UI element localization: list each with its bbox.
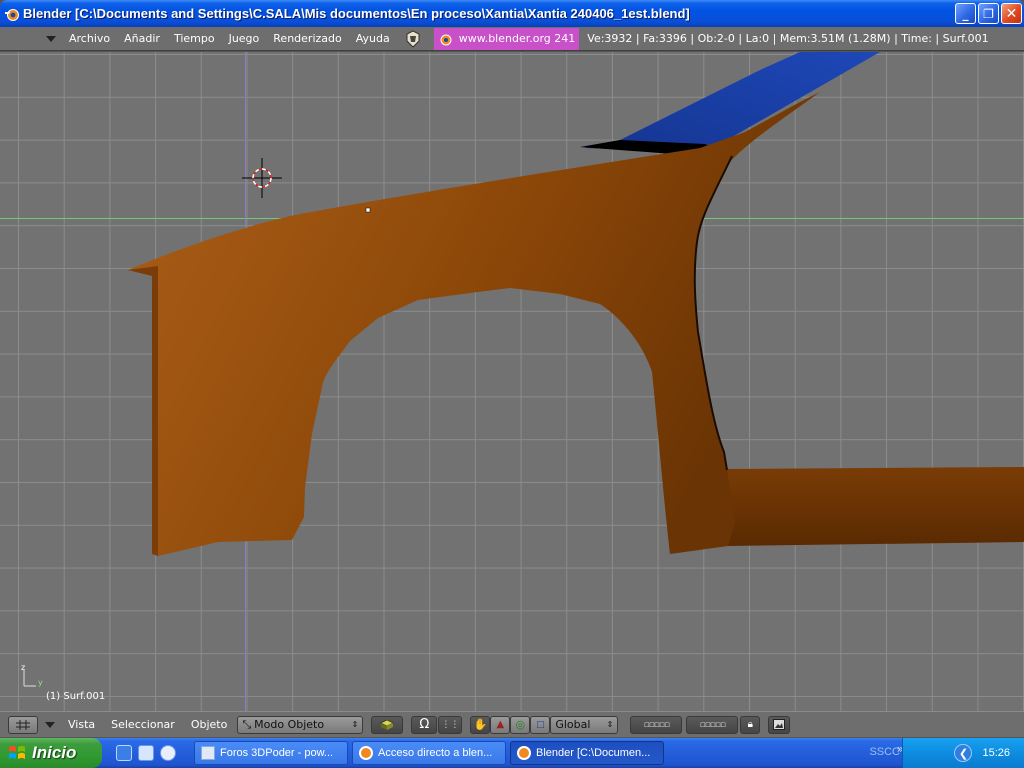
menu-vista[interactable]: Vista xyxy=(68,718,95,731)
menu-renderizado[interactable]: Renderizado xyxy=(273,32,341,45)
car-body-mesh[interactable] xyxy=(0,52,1024,711)
manipulator-translate[interactable]: ▲ xyxy=(490,715,511,734)
fender-front-edge xyxy=(128,266,158,556)
clock[interactable]: 15:26 xyxy=(982,747,1010,759)
blender-url-link[interactable]: www.blender.org 241 xyxy=(433,27,580,50)
show-hidden-icons-button[interactable]: ❮ xyxy=(954,744,973,762)
axis-y-label: y xyxy=(38,678,43,687)
manipulator-rotate[interactable]: ◎ xyxy=(510,715,531,734)
close-button[interactable]: ✕ xyxy=(1001,3,1022,24)
scene-stats: Ve:3932 | Fa:3396 | Ob:2-0 | La:0 | Mem:… xyxy=(587,32,989,45)
task-foros-3dpoder[interactable]: Foros 3DPoder - pow... xyxy=(194,741,348,765)
quick-launch xyxy=(116,745,176,761)
hand-icon: ✋ xyxy=(473,718,488,731)
internet-explorer-icon[interactable] xyxy=(116,745,132,761)
blender-logo-icon xyxy=(438,32,452,46)
menu-objeto[interactable]: Objeto xyxy=(191,718,228,731)
solid-shading-icon xyxy=(380,719,395,730)
selected-vertex[interactable] xyxy=(365,207,371,213)
triangle-icon: ▲ xyxy=(496,719,505,730)
minimize-button[interactable]: _ xyxy=(955,3,976,24)
mode-select[interactable]: ⤡ Modo Objeto ⇕ xyxy=(237,715,364,734)
mode-label: Modo Objeto xyxy=(254,718,325,731)
3d-cursor-icon[interactable] xyxy=(242,158,282,198)
task-label: Foros 3DPoder - pow... xyxy=(220,747,334,759)
updown-icon: ⇕ xyxy=(606,720,614,729)
pivot-icon: Ω xyxy=(419,717,430,732)
layer-buttons-1[interactable]: ▫▫▫▫▫ xyxy=(630,715,683,734)
blender-logo-icon xyxy=(517,746,531,760)
menu-anadir[interactable]: Añadir xyxy=(124,32,160,45)
snap-grid-icon: ⋮⋮ xyxy=(441,719,460,730)
object-mode-icon: ⤡ xyxy=(242,717,252,731)
window-titlebar[interactable]: Blender [C:\Documents and Settings\C.SAL… xyxy=(0,0,1024,27)
manipulator-scale[interactable]: □ xyxy=(530,715,551,734)
windows-flag-icon xyxy=(8,744,26,762)
fender-panel xyxy=(128,92,820,556)
window-title: Blender [C:\Documents and Settings\C.SAL… xyxy=(23,6,690,21)
task-acceso-directo[interactable]: Acceso directo a blen... xyxy=(352,741,506,765)
maximize-button[interactable]: ❐ xyxy=(978,3,999,24)
draw-type-button[interactable] xyxy=(371,715,404,734)
layers-grid-icon: ▫▫▫▫▫ xyxy=(643,719,670,730)
snap-button[interactable]: ⋮⋮ xyxy=(438,715,463,734)
task-blender[interactable]: Blender [C:\Documen... xyxy=(510,741,664,765)
active-object-label: (1) Surf.001 xyxy=(46,691,106,702)
render-button[interactable] xyxy=(768,715,791,734)
square-icon: □ xyxy=(536,719,545,730)
menu-ayuda[interactable]: Ayuda xyxy=(356,32,390,45)
browser-window-icon xyxy=(201,746,215,760)
view-header-collapse-icon[interactable] xyxy=(45,721,55,728)
pivot-button[interactable]: Ω xyxy=(411,715,438,734)
header-collapse-icon[interactable] xyxy=(46,35,56,42)
circle-icon: ◎ xyxy=(515,718,526,731)
system-tray: ❮ 15:26 xyxy=(902,738,1024,768)
windows-taskbar: Inicio Foros 3DPoder - pow... Acceso dir… xyxy=(0,738,1024,768)
3d-view-header: Vista Seleccionar Objeto ⤡ Modo Objeto ⇕… xyxy=(0,711,1024,737)
lock-layer-button[interactable]: 🔒︎ xyxy=(740,715,761,734)
layers-grid-icon: ▫▫▫▫▫ xyxy=(699,719,726,730)
grid-editor-icon xyxy=(16,719,30,730)
editor-type-button[interactable] xyxy=(8,715,38,734)
menu-archivo[interactable]: Archivo xyxy=(69,32,110,45)
menu-seleccionar[interactable]: Seleccionar xyxy=(111,718,175,731)
start-label: Inicio xyxy=(32,743,77,762)
menu-tiempo[interactable]: Tiempo xyxy=(174,32,215,45)
menu-juego[interactable]: Juego xyxy=(229,32,260,45)
info-header: Archivo Añadir Tiempo Juego Renderizado … xyxy=(0,27,1024,51)
screen-selector-icon[interactable] xyxy=(404,29,422,48)
image-icon xyxy=(773,719,786,730)
tray-label: SSCC xyxy=(869,746,900,758)
sill-panel xyxy=(722,467,1024,546)
updown-icon: ⇕ xyxy=(351,720,359,729)
orientation-select[interactable]: Global ⇕ xyxy=(550,715,619,734)
layer-buttons-2[interactable]: ▫▫▫▫▫ xyxy=(686,715,739,734)
outlook-express-icon[interactable] xyxy=(138,745,154,761)
lock-icon: 🔒︎ xyxy=(747,719,753,730)
blender-url-text: www.blender.org 241 xyxy=(458,32,576,45)
task-label: Acceso directo a blen... xyxy=(378,747,493,759)
blender-logo-icon xyxy=(4,6,20,22)
blender-logo-icon xyxy=(359,746,373,760)
axis-z-label: z xyxy=(21,663,26,672)
manipulator-toggle[interactable]: ✋ xyxy=(470,715,491,734)
start-button[interactable]: Inicio xyxy=(0,738,102,768)
media-player-icon[interactable] xyxy=(160,745,176,761)
orientation-label: Global xyxy=(555,718,591,731)
3d-viewport[interactable]: z y (1) Surf.001 xyxy=(0,52,1024,711)
task-label: Blender [C:\Documen... xyxy=(536,747,651,759)
